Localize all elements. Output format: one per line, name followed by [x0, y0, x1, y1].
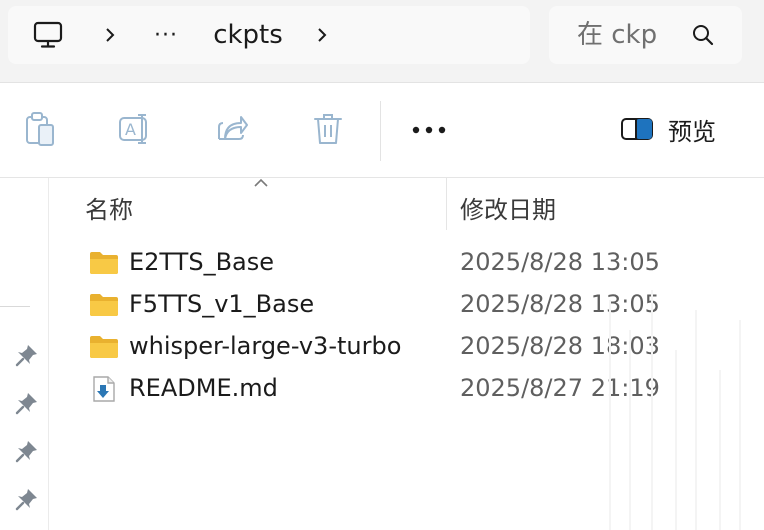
file-name: whisper-large-v3-turbo: [129, 332, 402, 360]
breadcrumb-overflow[interactable]: ···: [148, 6, 184, 64]
column-header-name[interactable]: 名称: [85, 190, 133, 225]
search-input[interactable]: [577, 20, 657, 50]
ellipsis-icon: [412, 126, 446, 134]
file-name: F5TTS_v1_Base: [129, 290, 315, 318]
pin-icon[interactable]: [14, 390, 40, 416]
folder-icon: [90, 252, 118, 274]
svg-text:A: A: [125, 120, 136, 139]
title-address-region: ··· ckpts: [0, 0, 764, 83]
trash-icon: [314, 114, 342, 144]
column-header-row: 名称 修改日期: [49, 178, 764, 230]
background-pattern: [609, 290, 741, 530]
navigation-pane: [0, 178, 49, 530]
share-button[interactable]: [214, 111, 250, 147]
toolbar-divider: [380, 101, 381, 161]
pin-icon[interactable]: [14, 342, 40, 368]
preview-pane-icon: [621, 118, 653, 140]
paste-button[interactable]: [22, 111, 58, 147]
folder-icon: [90, 336, 118, 358]
search-box[interactable]: [549, 6, 742, 64]
markdown-file-icon: [93, 376, 115, 402]
more-options-button[interactable]: [406, 119, 452, 141]
preview-label: 预览: [668, 117, 716, 146]
pin-icon[interactable]: [14, 438, 40, 464]
file-row[interactable]: E2TTS_Base 2025/8/28 13:05: [49, 242, 764, 284]
breadcrumb-ckpts[interactable]: ckpts: [208, 6, 288, 64]
computer-icon[interactable]: [26, 6, 70, 64]
chevron-right-icon[interactable]: [96, 6, 124, 64]
share-icon: [218, 116, 248, 140]
clipboard-icon: [26, 112, 54, 146]
file-date: 2025/8/28 13:05: [460, 248, 660, 276]
chevron-right-icon[interactable]: [308, 6, 336, 64]
folder-icon: [90, 294, 118, 316]
command-bar: A 预览: [0, 83, 764, 178]
search-icon[interactable]: [691, 23, 715, 47]
preview-pane-button[interactable]: 预览: [620, 109, 716, 149]
delete-button[interactable]: [310, 111, 346, 147]
file-name: README.md: [129, 374, 278, 402]
nav-divider: [0, 306, 30, 307]
pin-icon[interactable]: [14, 486, 40, 512]
rename-icon: A: [119, 114, 147, 144]
rename-button[interactable]: A: [118, 111, 154, 147]
address-bar[interactable]: ··· ckpts: [8, 6, 530, 64]
sort-ascending-icon: [254, 178, 268, 187]
column-header-modified[interactable]: 修改日期: [460, 190, 556, 225]
column-divider[interactable]: [446, 178, 447, 230]
file-name: E2TTS_Base: [129, 248, 275, 276]
